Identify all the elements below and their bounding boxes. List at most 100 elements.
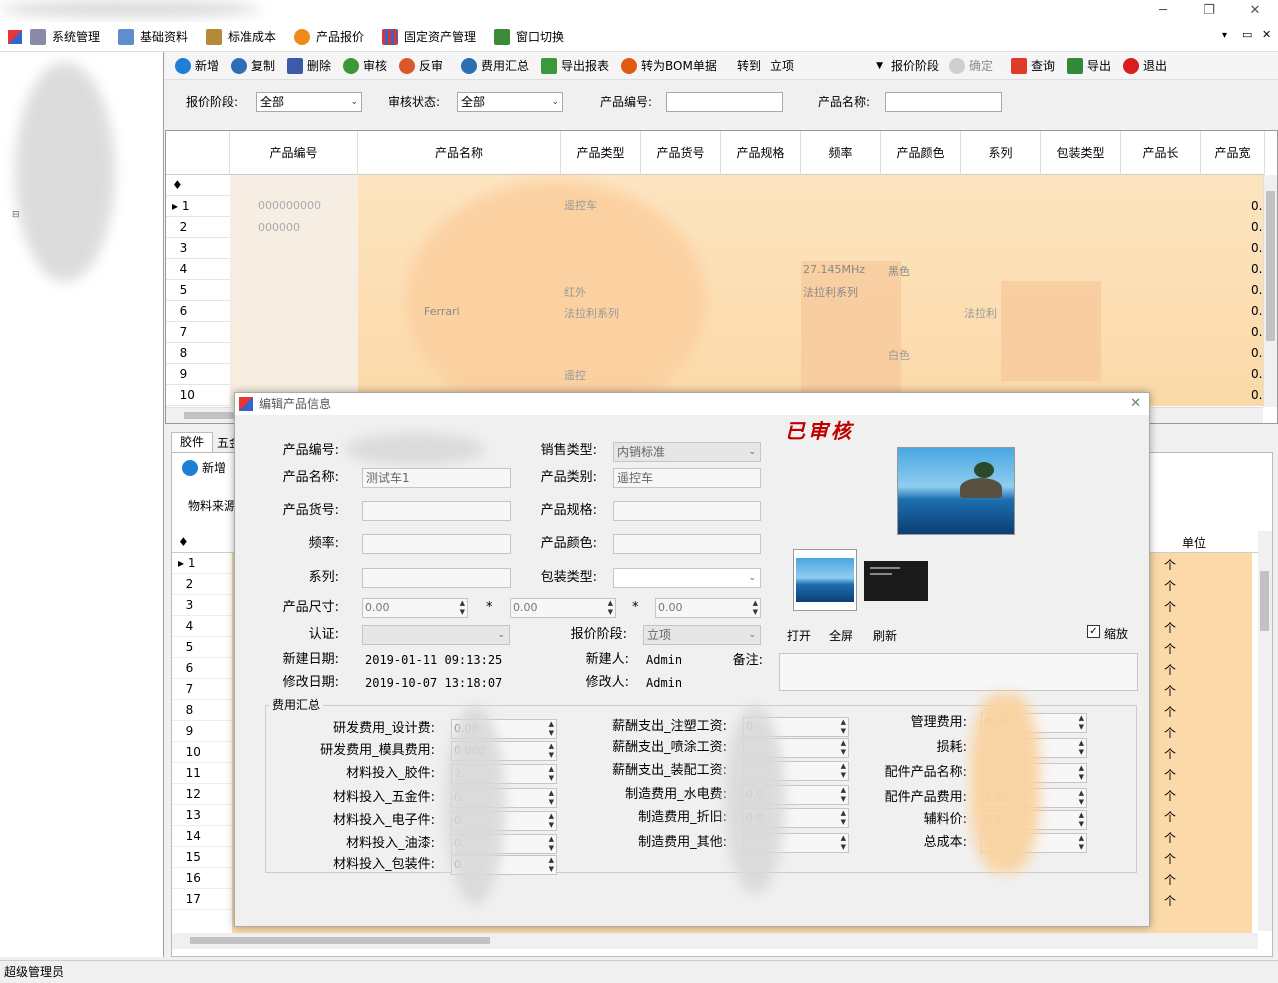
size-height-spinner[interactable]: 0.00 ▲ ▼ bbox=[655, 598, 761, 618]
menu-system[interactable]: 系统管理 bbox=[30, 27, 100, 47]
image-fullscreen-button[interactable]: 全屏 bbox=[829, 627, 853, 644]
thumbnail-1[interactable] bbox=[793, 549, 857, 611]
row-header[interactable]: ▸ 1 bbox=[166, 196, 230, 217]
row-header[interactable]: 3 bbox=[166, 238, 230, 259]
minimize-button[interactable]: ─ bbox=[1140, 0, 1186, 22]
detail-row-header[interactable]: 4 bbox=[172, 616, 232, 637]
row-header[interactable]: 9 bbox=[166, 364, 230, 385]
spinner-arrows-icon[interactable]: ▲ ▼ bbox=[549, 856, 554, 874]
filter-stage-select[interactable]: 全部 ⌄ bbox=[256, 92, 362, 112]
spinner-arrows-icon[interactable]: ▲ ▼ bbox=[549, 720, 554, 738]
spinner-arrows-icon[interactable]: ▲ ▼ bbox=[1079, 714, 1084, 732]
col-header[interactable]: 产品规格 bbox=[721, 131, 801, 175]
detail-row-header[interactable]: 11 bbox=[172, 763, 232, 784]
stage-select[interactable]: 立项 ⌄ bbox=[643, 625, 761, 645]
spinner-arrows-icon[interactable]: ▲ ▼ bbox=[1079, 789, 1084, 807]
name-input[interactable]: 测试车1 bbox=[362, 468, 511, 488]
goto-select[interactable]: 立项 ▼ bbox=[767, 56, 885, 76]
spinner-arrows-icon[interactable]: ▲ ▼ bbox=[549, 835, 554, 853]
row-header[interactable]: 10 bbox=[166, 385, 230, 406]
copy-button[interactable]: 复制 bbox=[231, 57, 275, 75]
row-header[interactable]: 6 bbox=[166, 301, 230, 322]
delete-button[interactable]: 删除 bbox=[287, 57, 331, 75]
spinner-arrows-icon[interactable]: ▲ ▼ bbox=[1079, 739, 1084, 757]
spinner-arrows-icon[interactable]: ▲ ▼ bbox=[608, 599, 613, 617]
cert-select[interactable]: ⌄ bbox=[362, 625, 510, 645]
size-length-spinner[interactable]: 0.00 ▲ ▼ bbox=[362, 598, 468, 618]
detail-row-header[interactable]: 14 bbox=[172, 826, 232, 847]
detail-row-header[interactable]: 6 bbox=[172, 658, 232, 679]
mdi-min-button[interactable]: ▾ bbox=[1222, 30, 1227, 41]
col-header[interactable]: 产品类型 bbox=[561, 131, 641, 175]
detail-row-header[interactable]: 8 bbox=[172, 700, 232, 721]
spinner-arrows-icon[interactable]: ▲ ▼ bbox=[1079, 764, 1084, 782]
exit-button[interactable]: 退出 bbox=[1123, 57, 1167, 75]
detail-row-header[interactable]: 5 bbox=[172, 637, 232, 658]
spinner-arrows-icon[interactable]: ▲ ▼ bbox=[753, 599, 758, 617]
product-grid[interactable]: 产品编号 产品名称 产品类型 产品货号 产品规格 频率 产品颜色 系列 包装类型… bbox=[165, 130, 1278, 424]
cost-summary-button[interactable]: 费用汇总 bbox=[461, 57, 529, 75]
col-header[interactable]: 产品编号 bbox=[230, 131, 358, 175]
detail-row-header[interactable]: 16 bbox=[172, 868, 232, 889]
maximize-button[interactable]: ❐ bbox=[1186, 0, 1232, 22]
filter-code-input[interactable] bbox=[666, 92, 783, 112]
image-refresh-button[interactable]: 刷新 bbox=[873, 627, 897, 644]
spinner-arrows-icon[interactable]: ▲ ▼ bbox=[549, 789, 554, 807]
thumbnail-2[interactable] bbox=[864, 561, 928, 601]
row-header[interactable]: 8 bbox=[166, 343, 230, 364]
detail-row-header[interactable]: 17 bbox=[172, 889, 232, 910]
tree-expander-icon[interactable]: ⊟ bbox=[12, 210, 20, 220]
detail-row-header[interactable]: 9 bbox=[172, 721, 232, 742]
export-report-button[interactable]: 导出报表 bbox=[541, 57, 609, 75]
col-header[interactable]: 产品宽 bbox=[1201, 131, 1265, 175]
vertical-scrollbar[interactable] bbox=[1263, 175, 1277, 407]
spinner-arrows-icon[interactable]: ▲ ▼ bbox=[1079, 811, 1084, 829]
tab-rubber-parts[interactable]: 胶件 bbox=[171, 432, 213, 452]
item-no-input[interactable] bbox=[362, 501, 511, 521]
detail-add-button[interactable]: 新增 bbox=[182, 459, 226, 477]
size-width-spinner[interactable]: 0.00 ▲ ▼ bbox=[510, 598, 616, 618]
detail-vertical-scrollbar[interactable] bbox=[1258, 531, 1272, 931]
spinner-arrows-icon[interactable]: ▲ ▼ bbox=[549, 812, 554, 830]
filter-audit-select[interactable]: 全部 ⌄ bbox=[457, 92, 563, 112]
unaudit-button[interactable]: 反审 bbox=[399, 57, 443, 75]
close-window-button[interactable]: ✕ bbox=[1232, 0, 1278, 22]
col-header[interactable]: 产品颜色 bbox=[881, 131, 961, 175]
menu-window-switch[interactable]: 窗口切换 bbox=[494, 27, 564, 47]
add-button[interactable]: 新增 bbox=[175, 57, 219, 75]
detail-row-header[interactable]: 7 bbox=[172, 679, 232, 700]
category-input[interactable]: 遥控车 bbox=[613, 468, 761, 488]
col-header[interactable]: 频率 bbox=[801, 131, 881, 175]
col-header[interactable]: 系列 bbox=[961, 131, 1041, 175]
detail-horizontal-scrollbar[interactable] bbox=[172, 933, 1258, 949]
detail-row-header[interactable]: 3 bbox=[172, 595, 232, 616]
dialog-close-button[interactable]: ✕ bbox=[1130, 393, 1141, 415]
detail-row-header[interactable]: 2 bbox=[172, 574, 232, 595]
col-header[interactable]: 产品名称 bbox=[358, 131, 561, 175]
query-button[interactable]: 查询 bbox=[1011, 57, 1055, 75]
series-input[interactable] bbox=[362, 568, 511, 588]
export-button[interactable]: 导出 bbox=[1067, 57, 1111, 75]
detail-row-header[interactable]: ▸ 1 bbox=[172, 553, 232, 574]
zoom-checkbox[interactable]: ✓ bbox=[1087, 625, 1100, 638]
spinner-arrows-icon[interactable]: ▲ ▼ bbox=[460, 599, 465, 617]
menu-basic-data[interactable]: 基础资料 bbox=[118, 27, 188, 47]
menu-product-quote[interactable]: 产品报价 bbox=[294, 27, 364, 47]
image-open-button[interactable]: 打开 bbox=[787, 627, 811, 644]
sales-type-select[interactable]: 内销标准 ⌄ bbox=[613, 442, 761, 462]
filter-name-input[interactable] bbox=[885, 92, 1002, 112]
pack-select[interactable]: ⌄ bbox=[613, 568, 761, 588]
confirm-button[interactable]: 确定 bbox=[949, 57, 993, 75]
nav-tree[interactable]: ⊟ bbox=[0, 52, 164, 957]
remark-textarea[interactable] bbox=[779, 653, 1138, 691]
product-main-image[interactable] bbox=[897, 447, 1015, 535]
row-header[interactable]: 4 bbox=[166, 259, 230, 280]
spinner-arrows-icon[interactable]: ▲ ▼ bbox=[549, 765, 554, 783]
col-header[interactable]: 产品长 bbox=[1121, 131, 1201, 175]
scrollbar-thumb[interactable] bbox=[190, 937, 490, 944]
audit-button[interactable]: 审核 bbox=[343, 57, 387, 75]
spinner-arrows-icon[interactable]: ▲ ▼ bbox=[1079, 834, 1084, 852]
mdi-restore-button[interactable]: ▭ bbox=[1242, 28, 1252, 41]
menu-standard-cost[interactable]: 标准成本 bbox=[206, 27, 276, 47]
spec-input[interactable] bbox=[613, 501, 761, 521]
